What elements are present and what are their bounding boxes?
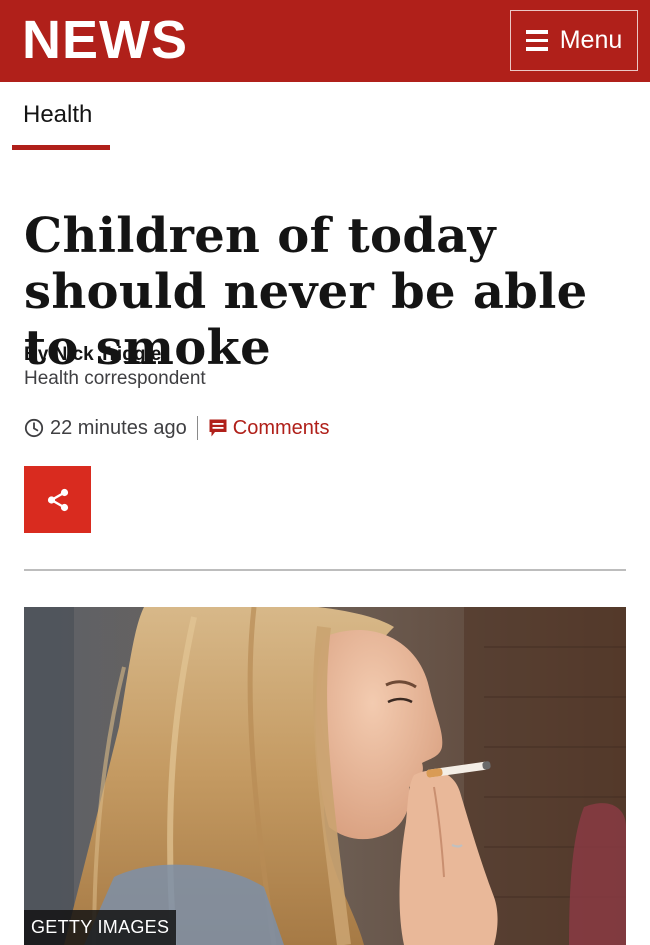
- header-divider: [24, 569, 626, 571]
- share-button[interactable]: [24, 466, 91, 533]
- author-role: Health correspondent: [24, 368, 206, 389]
- comment-icon: [209, 419, 227, 437]
- menu-button[interactable]: Menu: [510, 10, 638, 71]
- menu-button-label: Menu: [559, 26, 623, 54]
- top-nav-bar: NEWS Menu: [0, 0, 650, 82]
- article-meta: 22 minutes ago Comments: [24, 414, 329, 442]
- hero-image: [24, 607, 626, 945]
- image-credit: GETTY IMAGES: [24, 910, 177, 945]
- comments-label: Comments: [232, 416, 330, 439]
- clock-icon: [24, 418, 44, 438]
- section-tab-label: Health: [23, 101, 93, 128]
- section-tab-underline: [12, 145, 110, 150]
- section-tab-health[interactable]: Health: [12, 98, 110, 150]
- hero-photo: [24, 607, 626, 945]
- news-logo[interactable]: NEWS: [22, 10, 188, 70]
- meta-divider: [196, 416, 198, 440]
- hamburger-icon: [525, 30, 548, 51]
- share-icon: [47, 488, 68, 511]
- comments-link[interactable]: Comments: [208, 416, 330, 440]
- byline: By Nick Triggle Health correspondent: [24, 344, 206, 392]
- timestamp: 22 minutes ago: [50, 416, 187, 439]
- author-name: By Nick Triggle: [24, 344, 162, 365]
